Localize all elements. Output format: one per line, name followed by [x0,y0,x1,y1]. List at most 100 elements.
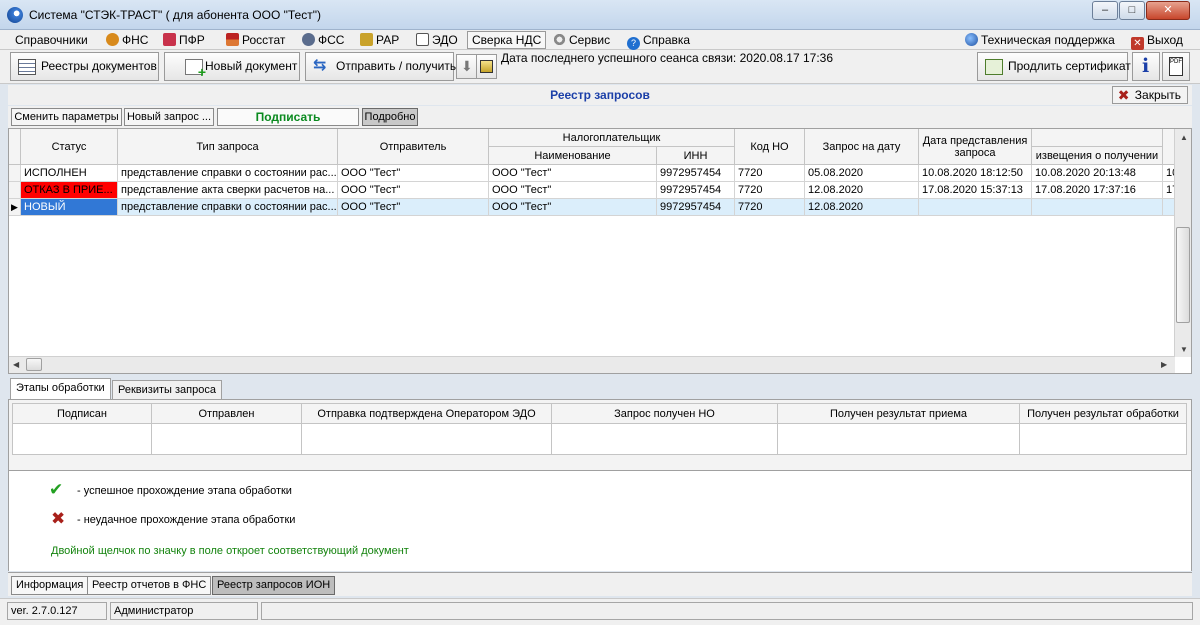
menu-fss[interactable]: ФСС [302,32,344,48]
sign-button[interactable]: Подписать [217,108,359,126]
scroll-left-icon[interactable]: ◀ [13,360,19,369]
col-sender-header[interactable]: Отправитель [338,129,489,165]
tab-fns-reports[interactable]: Реестр отчетов в ФНС [87,576,212,595]
menu-help[interactable]: ? Справка [627,32,691,50]
pfr-icon [163,33,176,46]
col-submitted-header[interactable]: Дата представления запроса [919,129,1032,165]
cell-name: ООО "Тест" [489,199,657,216]
current-row-pointer-icon: ▶ [9,199,21,216]
gear-icon [553,33,566,46]
cell-type: представление акта сверки расчетов на... [118,182,338,199]
button-label: Реестры документов [41,59,157,73]
cell-type: представление справки о состоянии рас... [118,199,338,216]
menu-vat-reconciliation[interactable]: Сверка НДС [467,31,547,49]
vertical-scroll-thumb[interactable] [1176,227,1190,323]
horizontal-scroll-thumb[interactable] [26,358,42,371]
menu-label: ПФР [179,33,205,47]
cell-date: 05.08.2020 [805,165,919,182]
close-window-button[interactable]: ✕ [1146,1,1190,20]
menu-exit[interactable]: ✕ Выход [1131,32,1183,50]
rosstat-icon [226,33,239,46]
scroll-down-icon[interactable]: ▼ [1180,345,1188,354]
grid-horizontal-scrollbar[interactable]: ◀ ▶ [9,356,1175,373]
tab-stages[interactable]: Этапы обработки [10,378,111,400]
col-date-header[interactable]: Запрос на дату [805,129,919,165]
pdf-button[interactable]: PDF [1162,52,1190,81]
archive-icon [480,60,493,73]
menu-rar[interactable]: РАР [360,32,399,48]
registry-header: Реестр запросов ✖ Закрыть [8,85,1192,105]
scroll-up-icon[interactable]: ▲ [1180,133,1188,142]
stage-edo-confirmed-header: Отправка подтверждена Оператором ЭДО [302,403,552,424]
cell-notice [1032,199,1163,216]
new-request-button[interactable]: Новый запрос ... [124,108,214,126]
menu-service[interactable]: Сервис [553,32,610,48]
cell-date: 12.08.2020 [805,199,919,216]
menu-tech-support[interactable]: Техническая поддержка [965,32,1115,48]
document-registries-button[interactable]: Реестры документов [10,52,159,81]
col-inn-header[interactable]: ИНН [657,147,735,165]
row-indicator-header [9,129,21,165]
stage-signed-cell[interactable] [12,424,152,455]
menu-edo[interactable]: ЭДО [416,32,458,48]
grid-vertical-scrollbar[interactable]: ▲ ▼ [1174,129,1191,357]
info-button[interactable]: i [1132,52,1160,81]
row-indicator [9,182,21,199]
menu-pfr[interactable]: ПФР [163,32,205,48]
cell-submitted: 10.08.2020 18:12:50 [919,165,1032,182]
detail-tabs: Этапы обработки Реквизиты запроса [8,378,1192,400]
col-type-header[interactable]: Тип запроса [118,129,338,165]
registry-title: Реестр запросов [550,88,650,102]
change-params-button[interactable]: Сменить параметры [11,108,122,126]
col-status-header[interactable]: Статус [21,129,118,165]
cell-code: 7720 [735,182,805,199]
down-arrow-icon: ⬇ [461,58,473,74]
restore-button[interactable]: □ [1119,1,1145,20]
stage-edo-confirmed-cell[interactable] [302,424,552,455]
menu-fns[interactable]: ФНС [106,32,148,48]
stage-accept-result-cell[interactable] [778,424,1020,455]
new-document-icon: + [185,59,206,79]
title-bar: Система "СТЭК-ТРАСТ" ( для абонента ООО … [0,0,1200,30]
stage-process-result-cell[interactable] [1020,424,1187,455]
col-code-header[interactable]: Код НО [735,129,805,165]
col-notice-header[interactable]: извещения о получении [1032,147,1163,165]
status-message [261,602,1193,620]
cell-sender: ООО "Тест" [338,199,489,216]
stage-received-cell[interactable] [552,424,778,455]
legend-panel: ✔ - успешное прохождение этапа обработки… [8,471,1192,571]
cell-inn: 9972957454 [657,199,735,216]
tab-information[interactable]: Информация [11,576,89,595]
menu-label: Росстат [242,33,286,47]
archive-button[interactable] [476,54,497,79]
col-name-header[interactable]: Наименование [489,147,657,165]
stage-process-result-header: Получен результат обработки [1020,403,1187,424]
cell-date: 12.08.2020 [805,182,919,199]
menu-references[interactable]: Справочники [15,32,88,48]
scroll-right-icon[interactable]: ▶ [1161,360,1167,369]
stage-signed-header: Подписан [12,403,152,424]
menu-label: Выход [1147,33,1183,47]
menu-label: ФСС [318,33,345,47]
minimize-button[interactable]: – [1092,1,1118,20]
new-document-button[interactable]: + Новый документ [164,52,300,81]
menu-bar: Справочники ФНС ПФР Росстат ФСС РАР ЭДО … [0,30,1200,50]
details-toggle-button[interactable]: Подробно [362,108,418,126]
cell-name: ООО "Тест" [489,182,657,199]
tab-requisites[interactable]: Реквизиты запроса [112,380,222,400]
stage-sent-cell[interactable] [152,424,302,455]
edo-icon [416,33,429,46]
action-row: Сменить параметры Новый запрос ... Подпи… [8,106,1192,128]
menu-label: ЭДО [432,33,458,47]
version-label: ver. 2.7.0.127 [7,602,107,620]
menu-rosstat[interactable]: Росстат [226,32,285,48]
cell-name: ООО "Тест" [489,165,657,182]
close-registry-button[interactable]: ✖ Закрыть [1111,86,1188,104]
renew-certificate-button[interactable]: Продлить сертификат [977,52,1131,81]
rar-icon [360,33,373,46]
menu-label: Справка [643,33,691,47]
tab-ion-requests[interactable]: Реестр запросов ИОН [212,576,336,595]
send-receive-button[interactable]: ⇆ Отправить / получить [305,52,456,81]
download-arrow-button[interactable]: ⬇ [456,54,477,79]
button-label: Закрыть [1134,88,1181,102]
